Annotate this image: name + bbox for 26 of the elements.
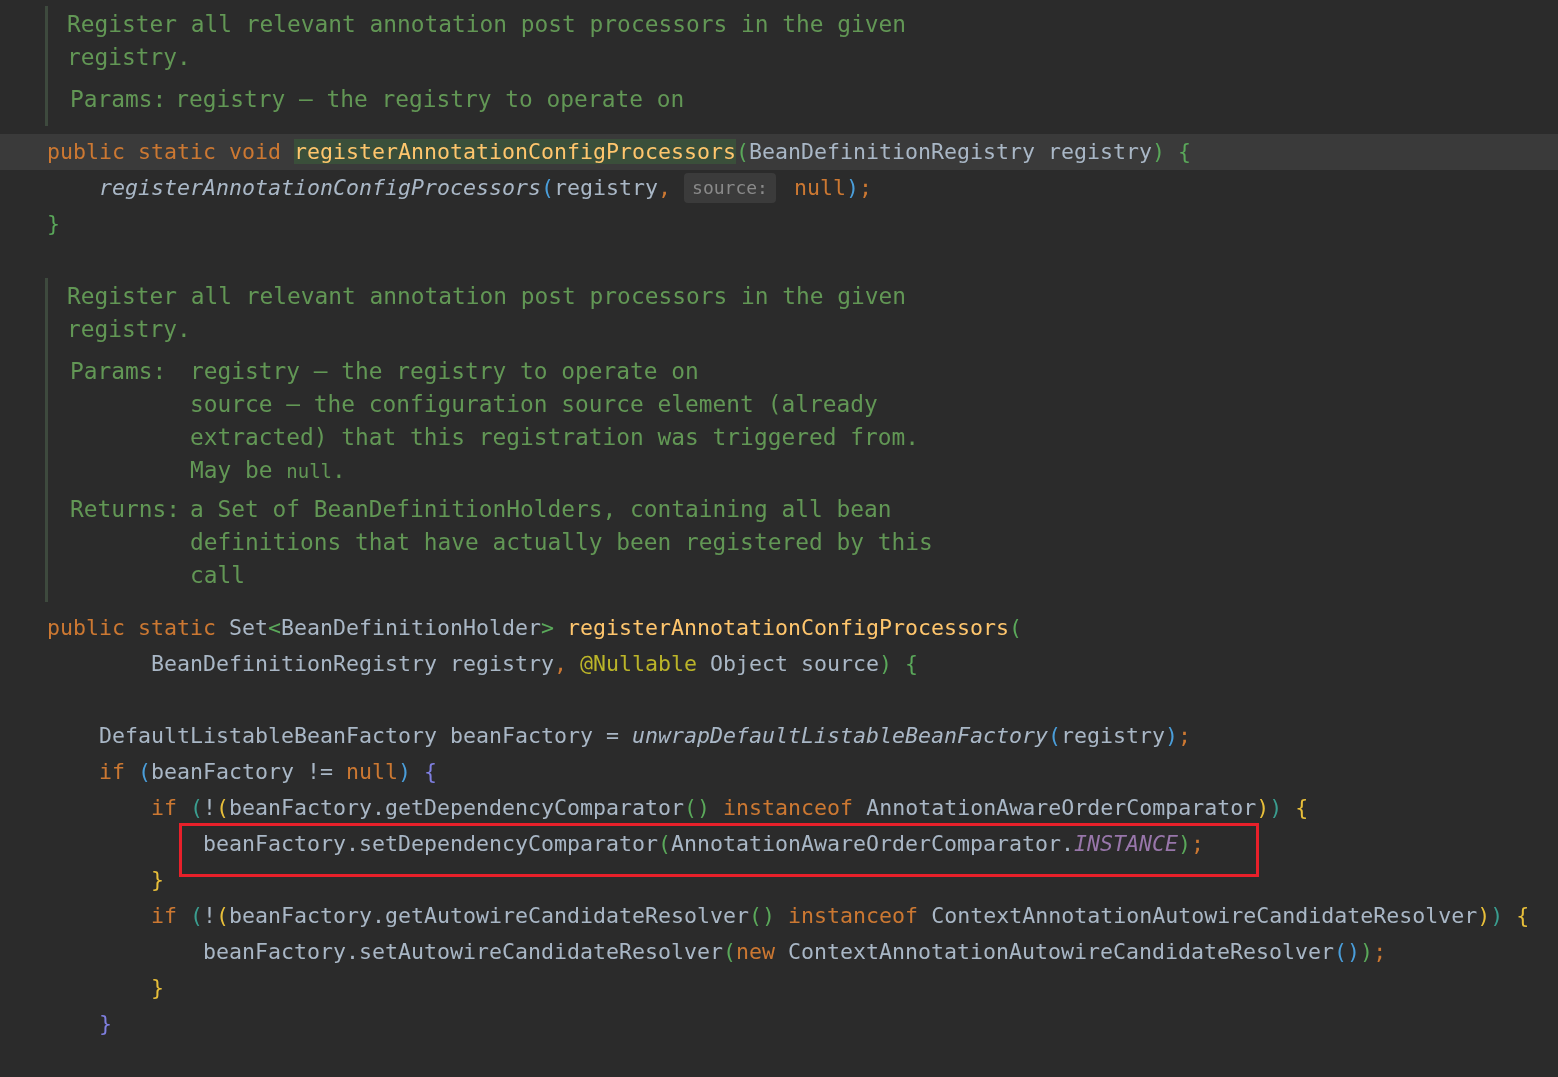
code-line: } [47, 210, 60, 238]
code-text: null); [792, 174, 872, 202]
code-line: beanFactory.setAutowireCandidateResolver(new ContextAnnotationAutowireCandidateResolver()); [202, 938, 1387, 966]
doc-text: registry – the registry to operate on [175, 85, 686, 114]
doc-text: May be null. [190, 456, 347, 485]
doc-label: Returns: [70, 495, 182, 524]
doc-text: a Set of BeanDefinitionHolders, containing all bean definitions that have actually been registered by this call [190, 495, 934, 590]
code-text: registerAnnotationConfigProcessors(registry, [98, 174, 673, 202]
parameter-hint: source: [684, 173, 776, 203]
doc-text: registry – the registry to operate on [190, 357, 700, 386]
doc-text: Register all relevant annotation post processors in the given registry. [67, 282, 907, 344]
code-line: beanFactory.setDependencyComparator(AnnotationAwareOrderComparator.INSTANCE); [202, 830, 1205, 858]
code-line: DefaultListableBeanFactory beanFactory = unwrapDefaultListableBeanFactory(registry); [98, 722, 1192, 750]
code-line: } [150, 866, 164, 894]
code-line: if (!(beanFactory.getDependencyComparator() instanceof AnnotationAwareOrderComparator)) { [150, 794, 1309, 822]
code-line: public static Set<BeanDefinitionHolder> registerAnnotationConfigProcessors( [47, 614, 1023, 642]
code-line: BeanDefinitionRegistry registry, @Nullable Object source) { [150, 650, 919, 678]
code-line: public static void registerAnnotationConfigProcessors(BeanDefinitionRegistry registry) { [47, 138, 1192, 166]
doc-text: Register all relevant annotation post processors in the given registry. [67, 10, 907, 72]
code-line: if (!(beanFactory.getAutowireCandidateResolver() instanceof ContextAnnotationAutowireCandidateResolver)) { [150, 902, 1530, 930]
doc-text: source – the configuration source element (already extracted) that this registration was triggered from. [190, 390, 920, 452]
doc-label: Params: [70, 85, 168, 114]
code-line: } [98, 1010, 112, 1038]
code-line: if (beanFactory != null) { [98, 758, 438, 786]
doc-label: Params: [70, 357, 168, 386]
code-line: } [150, 974, 164, 1002]
